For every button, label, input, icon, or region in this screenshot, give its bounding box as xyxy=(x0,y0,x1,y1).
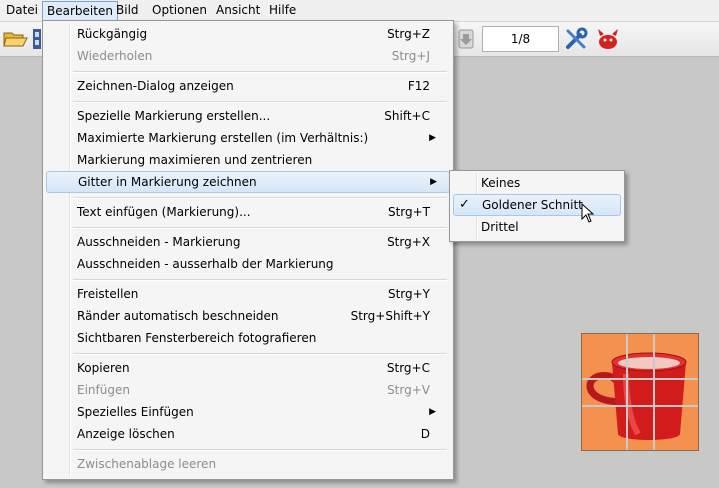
menu-item-paste[interactable]: Einfügen Strg+V xyxy=(46,379,448,401)
menu-item-shortcut: F12 xyxy=(407,79,430,93)
menu-datei[interactable]: Datei xyxy=(2,2,42,19)
menu-item-shortcut: Strg+X xyxy=(387,235,430,249)
submenu-item-label: Goldener Schnitt xyxy=(482,198,583,212)
tools-icon[interactable] xyxy=(564,27,588,51)
menu-item-label: Rückgängig xyxy=(77,27,148,41)
menu-item-special-selection[interactable]: Spezielle Markierung erstellen... Shift+… xyxy=(46,105,448,127)
submenu-item-golden-ratio[interactable]: ✓ Goldener Schnitt xyxy=(453,194,621,216)
checkmark-icon: ✓ xyxy=(459,197,470,212)
menu-item-shortcut: Strg+C xyxy=(386,361,430,375)
menu-item-label: Spezielles Einfügen xyxy=(77,405,194,419)
submenu-item-label: Drittel xyxy=(481,220,519,234)
menu-item-capture-window[interactable]: Sichtbaren Fensterbereich fotografieren xyxy=(46,327,448,349)
menu-hilfe[interactable]: Hilfe xyxy=(265,2,300,19)
menu-item-undo[interactable]: Rückgängig Strg+Z xyxy=(46,23,448,45)
menu-item-draw-grid[interactable]: Gitter in Markierung zeichnen ▶ xyxy=(46,171,450,193)
menu-item-label: Wiederholen xyxy=(77,49,153,63)
down-arrow-icon[interactable] xyxy=(457,28,475,50)
menu-item-label: Sichtbaren Fensterbereich fotografieren xyxy=(77,331,317,345)
menu-item-clear-display[interactable]: Anzeige löschen D xyxy=(46,423,448,445)
menu-item-autocrop-borders[interactable]: Ränder automatisch beschneiden Strg+Shif… xyxy=(46,305,448,327)
menu-separator xyxy=(73,353,447,355)
menu-item-insert-text[interactable]: Text einfügen (Markierung)... Strg+T xyxy=(46,201,448,223)
menu-item-shortcut: Shift+C xyxy=(384,109,430,123)
menu-item-shortcut: Strg+T xyxy=(387,205,430,219)
menu-item-clear-clipboard[interactable]: Zwischenablage leeren xyxy=(46,453,448,475)
submenu-arrow-icon: ▶ xyxy=(430,177,437,187)
menu-item-cut-selection[interactable]: Ausschneiden - Markierung Strg+X xyxy=(46,231,448,253)
menu-item-label: Gitter in Markierung zeichnen xyxy=(78,175,257,189)
menu-item-label: Text einfügen (Markierung)... xyxy=(77,205,251,219)
menu-item-label: Ränder automatisch beschneiden xyxy=(77,309,279,323)
menu-bearbeiten[interactable]: Bearbeiten xyxy=(42,1,118,21)
image-thumbnail[interactable] xyxy=(581,333,699,451)
submenu-item-label: Keines xyxy=(481,176,521,190)
submenu-arrow-icon: ▶ xyxy=(429,133,436,143)
filmstrip-icon[interactable] xyxy=(32,28,42,50)
menu-item-label: Freistellen xyxy=(77,287,139,301)
folder-open-icon[interactable] xyxy=(3,28,29,50)
menu-bar: Datei Bearbeiten Bild Optionen Ansicht H… xyxy=(0,0,719,22)
menu-item-shortcut: D xyxy=(420,427,430,441)
menu-item-label: Maximierte Markierung erstellen (im Verh… xyxy=(77,131,369,145)
menu-item-label: Ausschneiden - Markierung xyxy=(77,235,241,249)
menu-item-maximize-center[interactable]: Markierung maximieren und zentrieren xyxy=(46,149,448,171)
menu-bild[interactable]: Bild xyxy=(112,2,143,19)
menu-separator xyxy=(73,197,447,199)
menu-item-shortcut: Strg+Y xyxy=(387,287,430,301)
menu-item-label: Ausschneiden - ausserhalb der Markierung xyxy=(77,257,334,271)
menu-item-label: Einfügen xyxy=(77,383,130,397)
menu-separator xyxy=(73,279,447,281)
menu-item-shortcut: Strg+J xyxy=(391,49,430,63)
menu-item-paste-special[interactable]: Spezielles Einfügen ▶ xyxy=(46,401,448,423)
menu-item-shortcut: Strg+Z xyxy=(387,27,430,41)
mouse-cursor-icon xyxy=(581,203,595,223)
menu-item-cut-outside[interactable]: Ausschneiden - ausserhalb der Markierung xyxy=(46,253,448,275)
menu-item-shortcut: Strg+V xyxy=(387,383,430,397)
menu-item-label: Zeichnen-Dialog anzeigen xyxy=(77,79,234,93)
menu-separator xyxy=(73,101,447,103)
menu-item-shortcut: Strg+Shift+Y xyxy=(350,309,430,323)
page-number-field[interactable]: 1/8 xyxy=(482,26,559,52)
grid-submenu: Keines ✓ Goldener Schnitt Drittel xyxy=(449,170,625,242)
menu-item-label: Zwischenablage leeren xyxy=(77,457,217,471)
menu-item-label: Kopieren xyxy=(77,361,130,375)
menu-item-label: Anzeige löschen xyxy=(77,427,175,441)
menu-item-copy[interactable]: Kopieren Strg+C xyxy=(46,357,448,379)
menu-separator xyxy=(73,71,447,73)
menu-ansicht[interactable]: Ansicht xyxy=(212,2,264,19)
cup-image xyxy=(582,334,698,450)
menu-separator xyxy=(73,227,447,229)
edit-menu: Rückgängig Strg+Z Wiederholen Strg+J Zei… xyxy=(42,20,454,480)
menu-item-maximized-selection[interactable]: Maximierte Markierung erstellen (im Verh… xyxy=(46,127,448,149)
menu-optionen[interactable]: Optionen xyxy=(148,2,211,19)
menu-item-label: Markierung maximieren und zentrieren xyxy=(77,153,313,167)
menu-item-crop[interactable]: Freistellen Strg+Y xyxy=(46,283,448,305)
menu-separator xyxy=(73,449,447,451)
submenu-arrow-icon: ▶ xyxy=(429,407,436,417)
red-devil-icon[interactable] xyxy=(595,26,621,52)
menu-item-label: Spezielle Markierung erstellen... xyxy=(77,109,271,123)
menu-item-draw-dialog[interactable]: Zeichnen-Dialog anzeigen F12 xyxy=(46,75,448,97)
submenu-item-none[interactable]: Keines xyxy=(453,172,619,194)
menu-item-redo[interactable]: Wiederholen Strg+J xyxy=(46,45,448,67)
